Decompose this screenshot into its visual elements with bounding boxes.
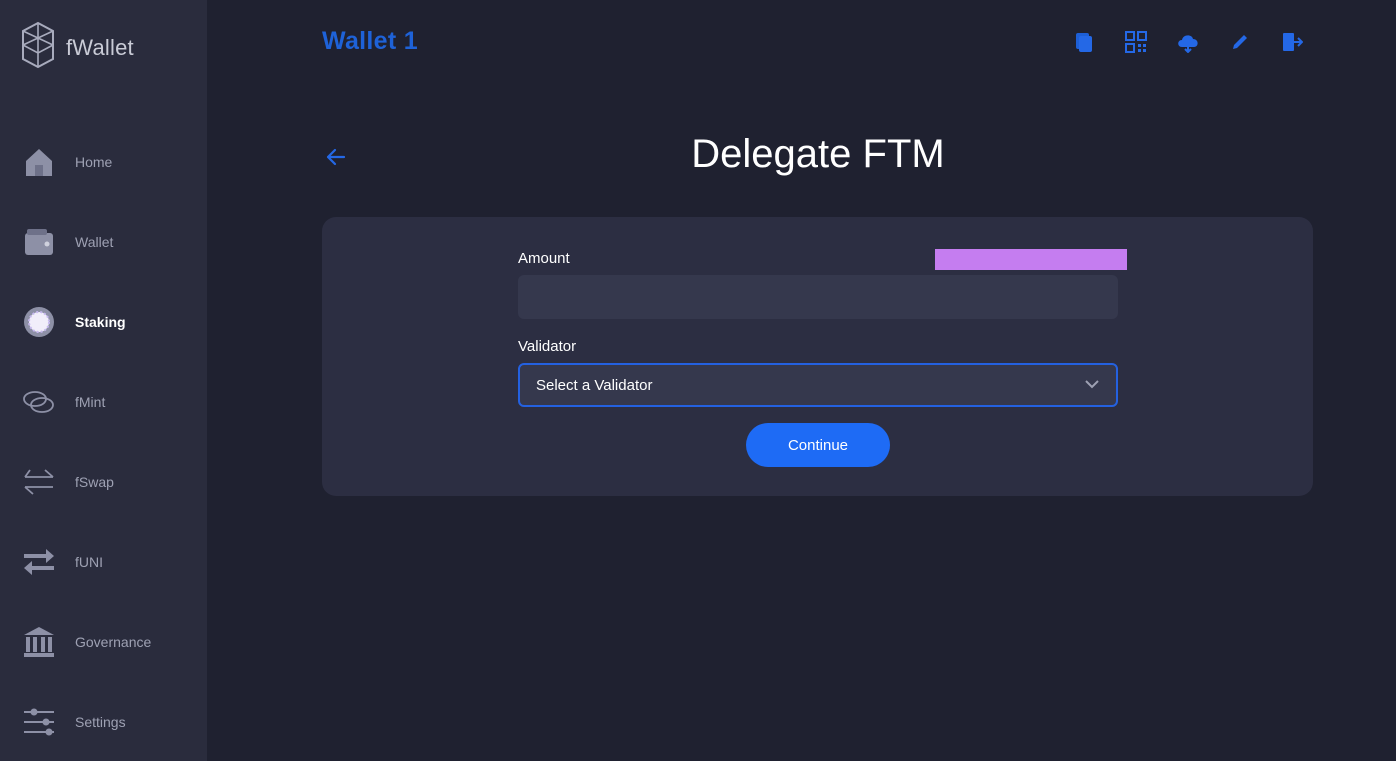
validator-select[interactable]: Select a Validator [518,363,1118,407]
sidebar-item-settings[interactable]: Settings [22,702,202,742]
amount-label: Amount [518,250,570,267]
sidebar-item-governance[interactable]: Governance [22,622,202,662]
bank-icon [22,625,56,659]
header-toolbar [1072,30,1304,54]
sidebar-item-label: Home [75,154,113,170]
wallet-title: Wallet 1 [322,27,418,55]
pencil-icon[interactable] [1228,30,1252,54]
swap-icon [22,465,56,499]
sidebar-item-label: fMint [75,394,106,410]
sidebar-item-label: Settings [75,714,126,730]
sidebar-item-label: fSwap [75,474,114,490]
app-logo[interactable]: fWallet [20,20,134,75]
coins-icon [22,385,56,419]
sidebar-item-wallet[interactable]: Wallet [22,222,202,262]
copy-icon[interactable] [1072,30,1096,54]
back-arrow-icon[interactable] [323,144,349,170]
chevron-down-icon [1084,376,1100,394]
sidebar-item-label: Wallet [75,234,114,250]
page-title: Delegate FTM [691,132,945,176]
sidebar-item-label: Governance [75,634,152,650]
cloud-download-icon[interactable] [1176,30,1200,54]
sidebar-item-staking[interactable]: Staking [22,302,202,342]
fantom-logo-icon [20,20,56,75]
validator-select-value: Select a Validator [536,376,653,394]
sliders-icon [22,705,56,739]
amount-input[interactable] [518,275,1118,319]
sidebar-item-fswap[interactable]: fSwap [22,462,202,502]
logout-icon[interactable] [1280,30,1304,54]
app-name: fWallet [66,34,134,60]
sidebar-item-home[interactable]: Home [22,142,202,182]
validator-label: Validator [518,338,577,355]
redacted-balance [935,249,1127,270]
exchange-arrows-icon [22,545,56,579]
sidebar-item-fmint[interactable]: fMint [22,382,202,422]
sidebar-item-funi[interactable]: fUNI [22,542,202,582]
house-icon [22,145,56,179]
delegate-form-card: Amount Validator Select a Validator Cont… [322,217,1313,496]
sidebar: fWallet Home Wallet Staking fMint fSwap [0,0,207,761]
qr-code-icon[interactable] [1124,30,1148,54]
sidebar-item-label: fUNI [75,554,103,570]
staking-icon [22,305,56,339]
wallet-icon [22,225,56,259]
sidebar-item-label: Staking [75,314,126,330]
continue-button[interactable]: Continue [746,423,890,467]
